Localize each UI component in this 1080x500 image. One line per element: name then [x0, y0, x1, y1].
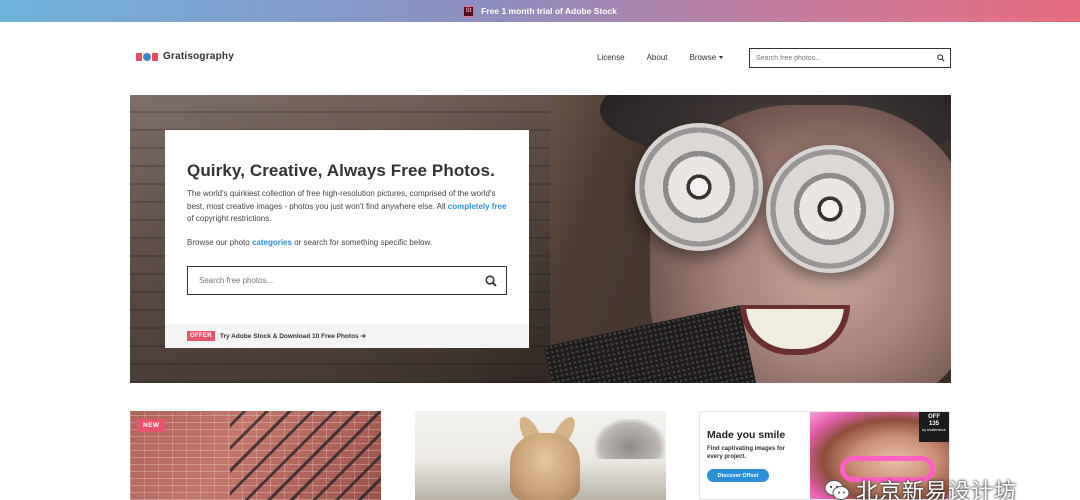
- offer-row[interactable]: OFFER Try Adobe Stock & Download 10 Free…: [165, 324, 529, 348]
- categories-link[interactable]: categories: [252, 238, 292, 247]
- nav-browse[interactable]: Browse: [689, 53, 724, 62]
- caret-down-icon: [719, 56, 724, 59]
- offset-offer-badge: OFF 135 by shutterstock: [919, 412, 949, 442]
- nav-about[interactable]: About: [647, 53, 668, 62]
- brand-logo[interactable]: Gratisography: [136, 51, 234, 62]
- promo-text[interactable]: Free 1 month trial of Adobe Stock: [481, 6, 617, 16]
- hero-search-input[interactable]: [188, 267, 476, 294]
- wechat-icon: [824, 480, 850, 500]
- hero-browse-text: Browse our photo categories or search fo…: [187, 238, 433, 247]
- completely-free-link[interactable]: completely free: [448, 202, 507, 211]
- adobe-stock-logo-icon: St: [463, 5, 475, 17]
- new-badge: NEW: [137, 419, 166, 432]
- site-header: Gratisography License About Browse: [130, 45, 951, 71]
- hero-title: Quirky, Creative, Always Free Photos.: [187, 161, 495, 180]
- watermark-text: 北京新易设计坊: [856, 480, 1018, 500]
- photo-card-bunny[interactable]: [415, 411, 666, 500]
- photo-card-stairs[interactable]: NEW: [130, 411, 381, 500]
- goggle-right: [766, 145, 894, 273]
- header-search-input[interactable]: [750, 49, 932, 67]
- brand-name[interactable]: Gratisography: [163, 51, 234, 62]
- main-nav: License About Browse: [597, 53, 745, 62]
- hero-description: The world's quirkiest collection of free…: [187, 189, 507, 223]
- ad-title: Made you smile: [707, 429, 786, 441]
- hero-search-box: [187, 266, 507, 295]
- offer-link[interactable]: Try Adobe Stock & Download 10 Free Photo…: [220, 332, 366, 340]
- nav-license[interactable]: License: [597, 53, 625, 62]
- watermark: 北京新易设计坊: [824, 474, 1017, 500]
- nav-browse-label: Browse: [689, 53, 717, 62]
- header-search-box: [749, 48, 951, 68]
- hero-card: Quirky, Creative, Always Free Photos. Th…: [165, 130, 529, 348]
- promo-banner[interactable]: St Free 1 month trial of Adobe Stock: [0, 0, 1080, 22]
- goggle-left: [635, 123, 763, 251]
- logo-dots-icon: [136, 52, 158, 61]
- discover-offset-button[interactable]: Discover Offset: [707, 469, 769, 482]
- search-icon[interactable]: [932, 54, 950, 62]
- ad-subtitle: Find captivating images for every projec…: [707, 446, 786, 460]
- offer-badge: OFFER: [187, 331, 215, 341]
- search-icon[interactable]: [476, 274, 506, 287]
